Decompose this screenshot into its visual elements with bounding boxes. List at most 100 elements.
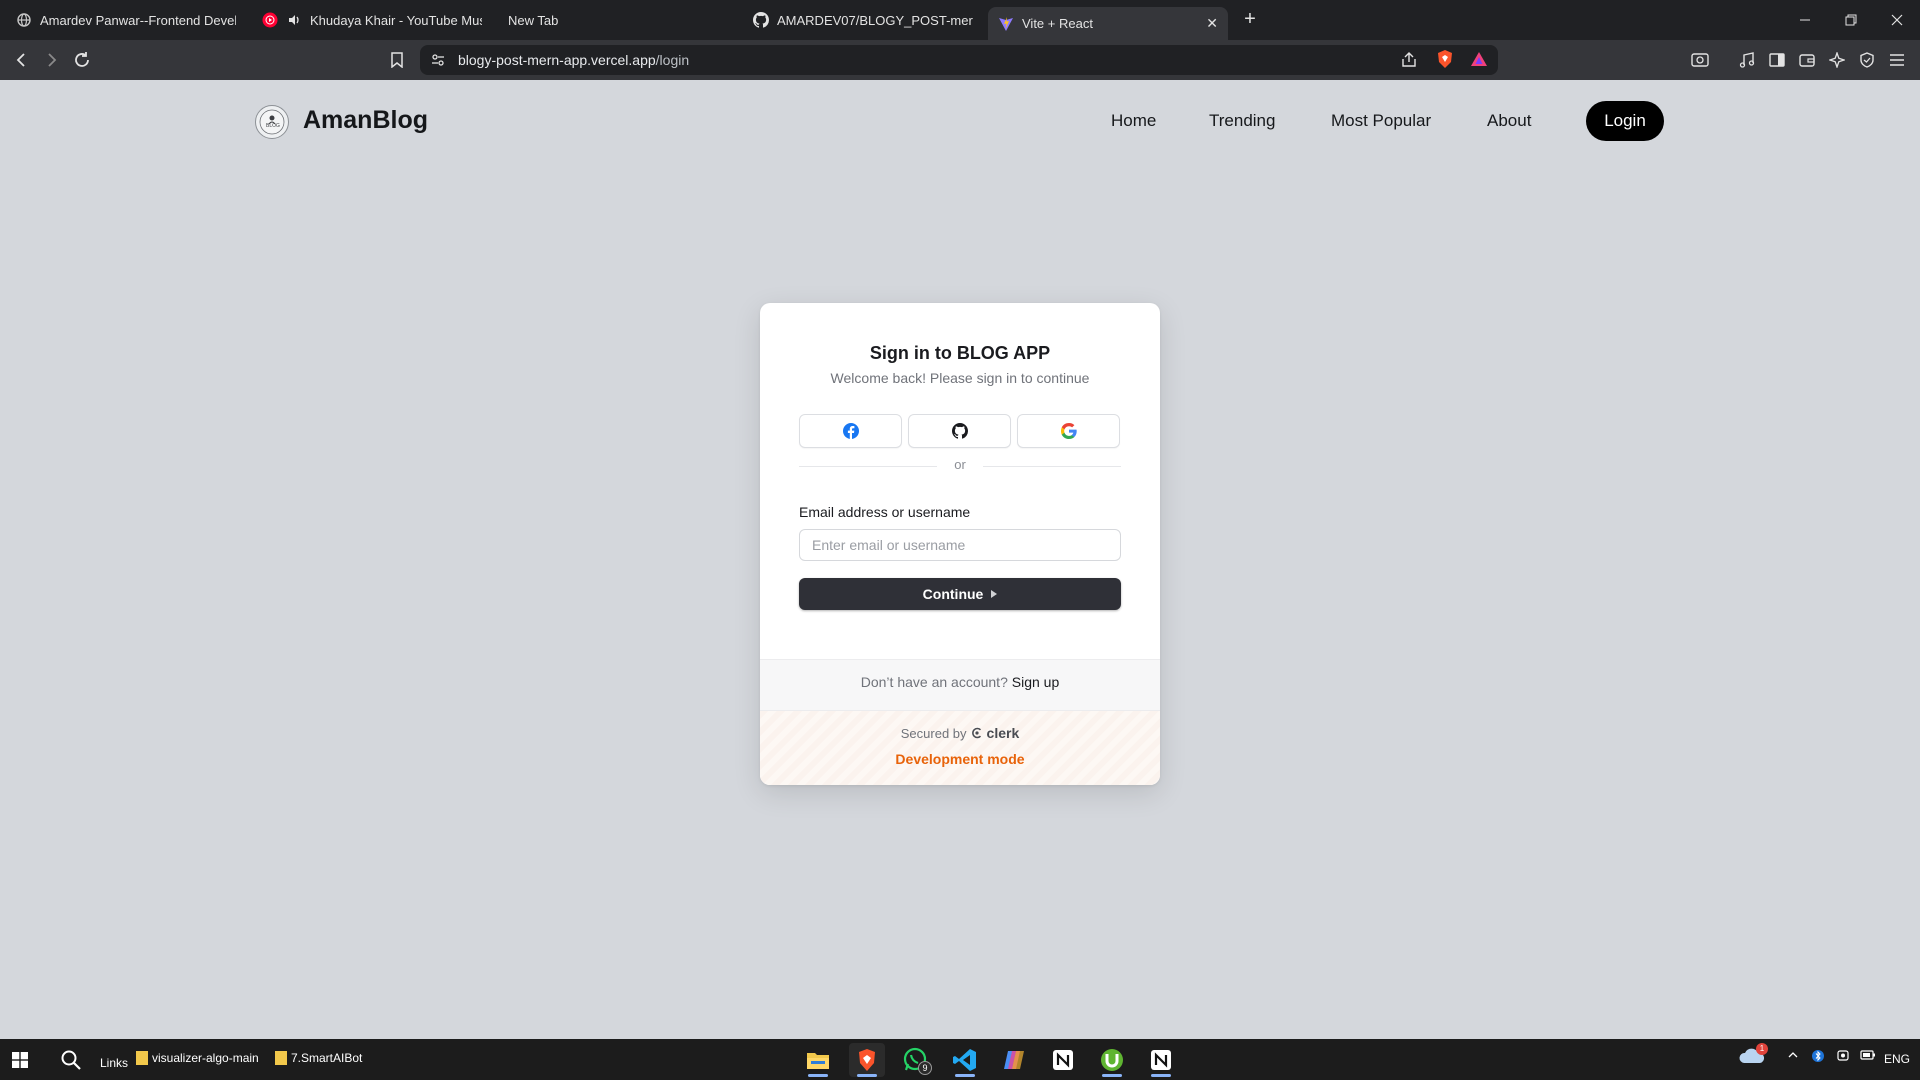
folder-shortcut-smartaibot[interactable]: 7.SmartAIBot: [275, 1045, 362, 1071]
vpn-icon[interactable]: [1855, 48, 1879, 72]
running-indicator: [1102, 1074, 1122, 1077]
leo-ai-icon[interactable]: [1825, 48, 1849, 72]
clerk-logo-icon: [971, 727, 981, 739]
sign-in-subtitle: Welcome back! Please sign in to continue: [830, 370, 1090, 386]
bluetooth-icon[interactable]: [1812, 1049, 1824, 1066]
minimize-button[interactable]: [1782, 0, 1828, 40]
wallet-icon[interactable]: [1795, 48, 1819, 72]
chevron-up-icon[interactable]: [1787, 1049, 1799, 1064]
nav-link-home[interactable]: Home: [1111, 111, 1156, 131]
secured-by-text: Secured by: [900, 725, 967, 741]
restore-button[interactable]: [1828, 0, 1874, 40]
new-tab-button[interactable]: +: [1238, 8, 1262, 32]
forward-icon[interactable]: [39, 48, 63, 72]
back-icon[interactable]: [10, 48, 34, 72]
brave-shields-icon[interactable]: [1436, 49, 1454, 74]
tab-title: New Tab: [508, 12, 559, 28]
reload-icon[interactable]: [70, 48, 94, 72]
login-button[interactable]: Login: [1586, 101, 1664, 141]
logo-text: BLOG: [266, 123, 280, 129]
notion-icon: [1151, 1050, 1171, 1070]
close-tab-icon[interactable]: ✕: [1206, 15, 1218, 32]
copilot-app[interactable]: [996, 1043, 1032, 1077]
running-indicator: [955, 1074, 975, 1077]
secured-by-row: Secured by clerk: [760, 725, 1160, 741]
tab-github-repo[interactable]: AMARDEV07/BLOGY_POST-mern-ap: [743, 5, 983, 35]
no-account-text: Don’t have an account?: [860, 674, 1008, 690]
taskbar-search-button[interactable]: [60, 1047, 82, 1073]
weather-widget[interactable]: 1: [1738, 1043, 1768, 1070]
folder-icon: [275, 1051, 287, 1065]
card-footer: Don’t have an account? Sign up Secured b…: [760, 659, 1160, 785]
sign-in-title: Sign in to BLOG APP: [869, 343, 1051, 363]
browser-tab-bar: Amardev Panwar--Frontend Develop Khudaya…: [0, 0, 1920, 40]
google-sign-in-button[interactable]: [1017, 414, 1120, 448]
links-toolbar-label[interactable]: Links: [100, 1050, 128, 1076]
windows-icon: [12, 1052, 28, 1068]
sidebar-icon[interactable]: [1765, 48, 1789, 72]
media-icon[interactable]: [1735, 48, 1759, 72]
folder-icon: [136, 1051, 148, 1065]
sign-up-link[interactable]: Sign up: [1012, 674, 1059, 690]
tab-youtube-music[interactable]: Khudaya Khair - YouTube Music: [252, 5, 492, 35]
tab-title: Khudaya Khair - YouTube Music: [310, 12, 482, 28]
google-icon: [1060, 423, 1077, 439]
vscode-app[interactable]: [947, 1043, 983, 1077]
bookmark-icon[interactable]: [385, 48, 409, 72]
close-window-button[interactable]: [1874, 0, 1920, 40]
facebook-icon: [842, 423, 859, 439]
taskbar: Links visualizer-algo-main 7.SmartAIBot …: [0, 1039, 1920, 1080]
blog-logo[interactable]: BLOG: [255, 105, 289, 139]
notion-app-2[interactable]: [1143, 1043, 1179, 1077]
nav-link-trending[interactable]: Trending: [1209, 111, 1275, 131]
tab-new-tab[interactable]: New Tab: [498, 5, 738, 35]
running-indicator: [1151, 1074, 1171, 1077]
menu-icon[interactable]: [1885, 48, 1909, 72]
tab-vite-react[interactable]: Vite + React ✕: [988, 7, 1228, 40]
nav-link-most-popular[interactable]: Most Popular: [1331, 111, 1431, 131]
development-mode-label: Development mode: [895, 751, 1025, 767]
utorrent-app[interactable]: [1094, 1043, 1130, 1077]
search-icon: [61, 1050, 81, 1070]
email-label: Email address or username: [799, 504, 971, 520]
tab-portfolio[interactable]: Amardev Panwar--Frontend Develop: [6, 5, 246, 35]
globe-icon: [16, 12, 32, 28]
weather-badge: 1: [1756, 1043, 1768, 1055]
github-sign-in-button[interactable]: [908, 414, 1011, 448]
folder-shortcut-visualizer[interactable]: visualizer-algo-main: [136, 1045, 259, 1071]
whatsapp-app[interactable]: 9: [898, 1043, 934, 1077]
page: BLOG AmanBlog Home Trending Most Popular…: [0, 80, 1920, 1039]
caret-right-icon: [991, 590, 998, 598]
site-settings-icon[interactable]: [430, 52, 446, 73]
nav-link-about[interactable]: About: [1487, 111, 1531, 131]
file-explorer-app[interactable]: [800, 1043, 836, 1077]
logo-emblem-icon: [259, 109, 285, 135]
continue-button[interactable]: Continue: [799, 578, 1121, 610]
url-text[interactable]: blogy-post-mern-app.vercel.app/login: [458, 52, 689, 68]
share-icon[interactable]: [1400, 51, 1418, 74]
webcam-icon[interactable]: [1836, 1049, 1850, 1066]
tab-title: Vite + React: [1022, 16, 1093, 31]
brave-icon: [859, 1049, 875, 1071]
windows-start-button[interactable]: [12, 1047, 28, 1073]
screenshot-icon[interactable]: [1688, 48, 1712, 72]
running-indicator: [857, 1074, 877, 1077]
brave-rewards-icon[interactable]: [1470, 50, 1488, 73]
running-indicator: [808, 1074, 828, 1077]
address-bar[interactable]: blogy-post-mern-app.vercel.app/login: [420, 45, 1498, 75]
github-icon: [753, 12, 769, 28]
file-explorer-icon: [807, 1053, 829, 1069]
clerk-wordmark[interactable]: clerk: [987, 725, 1020, 741]
language-indicator[interactable]: ENG: [1884, 1052, 1910, 1066]
facebook-sign-in-button[interactable]: [799, 414, 902, 448]
brand-name[interactable]: AmanBlog: [303, 106, 428, 135]
tab-title: AMARDEV07/BLOGY_POST-mern-ap: [777, 12, 973, 28]
tab-title: Amardev Panwar--Frontend Develop: [40, 12, 236, 28]
notion-app[interactable]: [1045, 1043, 1081, 1077]
battery-icon[interactable]: [1860, 1049, 1876, 1064]
brave-browser-app[interactable]: [849, 1043, 885, 1077]
speaker-icon[interactable]: [286, 12, 302, 28]
github-icon: [951, 423, 968, 439]
copilot-icon: [1004, 1051, 1024, 1069]
email-field[interactable]: [799, 529, 1121, 561]
